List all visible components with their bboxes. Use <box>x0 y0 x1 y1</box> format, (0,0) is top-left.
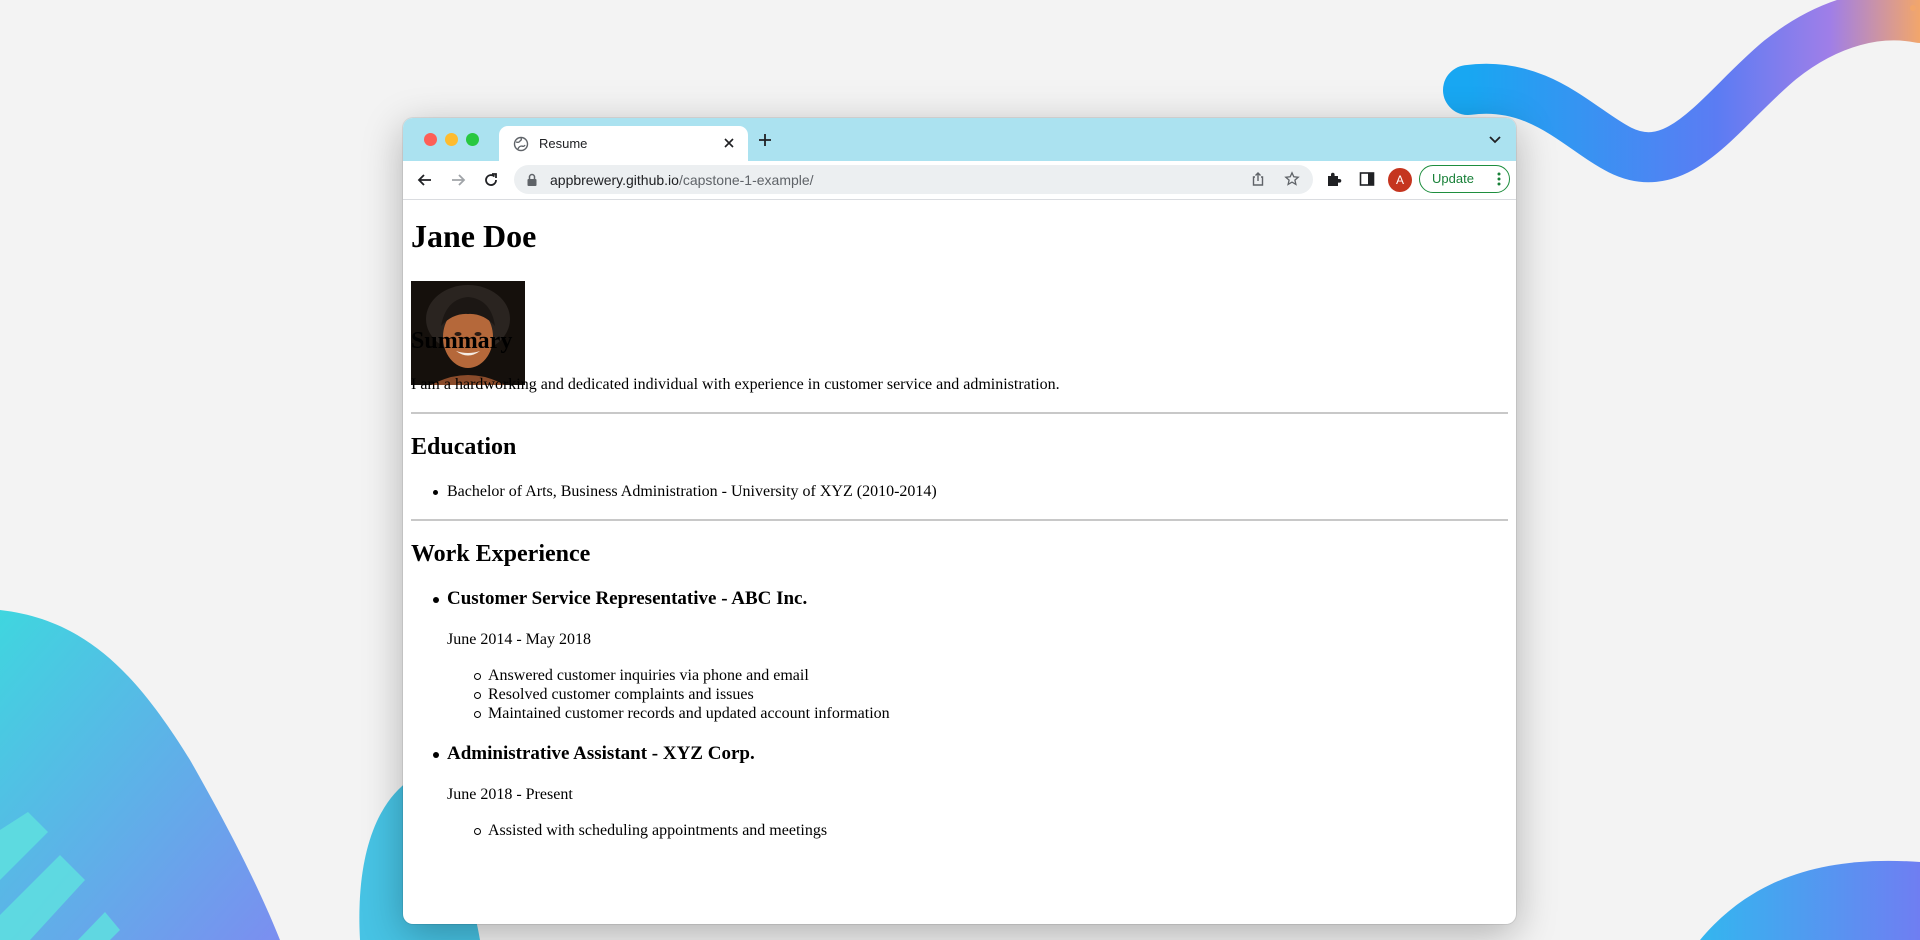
job-dates: June 2014 - May 2018 <box>447 631 591 648</box>
maximize-window-button[interactable] <box>466 133 479 146</box>
url-host: appbrewery.github.io <box>550 172 679 188</box>
job-title: Customer Service Representative - ABC In… <box>432 588 808 609</box>
job-dates: June 2018 - Present <box>447 786 573 803</box>
tab-search-chevron-icon[interactable] <box>1488 134 1502 146</box>
tab-resume[interactable]: Resume <box>499 126 748 161</box>
bookmark-star-icon[interactable] <box>1284 171 1300 187</box>
update-label: Update <box>1432 171 1474 186</box>
minimize-window-button[interactable] <box>445 133 458 146</box>
url-path: /capstone-1-example/ <box>678 172 814 188</box>
close-window-button[interactable] <box>424 133 437 146</box>
reload-icon[interactable] <box>481 170 501 190</box>
section-divider <box>411 519 1508 521</box>
update-button[interactable]: Update <box>1419 165 1510 193</box>
summary-heading: Summary <box>411 328 513 354</box>
job-duty: Resolved customer complaints and issues <box>474 686 754 703</box>
page-content: Jane Doe Summary I am a hardworking and … <box>403 200 1516 924</box>
summary-text: I am a hardworking and dedicated individ… <box>411 376 1060 393</box>
globe-icon <box>513 136 529 152</box>
education-item: Bachelor of Arts, Business Administratio… <box>433 483 937 500</box>
browser-toolbar: appbrewery.github.io/capstone-1-example/… <box>403 161 1516 200</box>
section-divider <box>411 412 1508 414</box>
side-panel-icon[interactable] <box>1358 170 1376 188</box>
job-duty: Answered customer inquiries via phone an… <box>474 667 809 684</box>
share-icon[interactable] <box>1250 171 1266 187</box>
extensions-puzzle-icon[interactable] <box>1325 170 1343 188</box>
job-duty: Assisted with scheduling appointments an… <box>473 822 828 839</box>
address-bar[interactable]: appbrewery.github.io/capstone-1-example/ <box>514 165 1313 194</box>
close-tab-icon[interactable] <box>719 133 739 153</box>
back-arrow-icon[interactable] <box>415 170 435 190</box>
browser-window: Resume appbrewery.github.io/capstone-1-e… <box>403 118 1516 924</box>
new-tab-icon[interactable] <box>757 132 773 148</box>
profile-avatar[interactable]: A <box>1388 168 1412 192</box>
more-vertical-icon[interactable] <box>1497 172 1501 186</box>
address-url[interactable]: appbrewery.github.io/capstone-1-example/ <box>550 172 814 188</box>
tab-title: Resume <box>539 136 588 151</box>
education-heading: Education <box>411 434 517 460</box>
job-duty: Maintained customer records and updated … <box>474 705 890 722</box>
tab-strip: Resume <box>403 118 1516 161</box>
job-title: Administrative Assistant - XYZ Corp. <box>433 743 755 764</box>
page-title: Jane Doe <box>411 218 537 254</box>
lock-icon[interactable] <box>526 173 538 187</box>
forward-arrow-icon[interactable] <box>448 170 468 190</box>
work-experience-heading: Work Experience <box>411 541 591 567</box>
